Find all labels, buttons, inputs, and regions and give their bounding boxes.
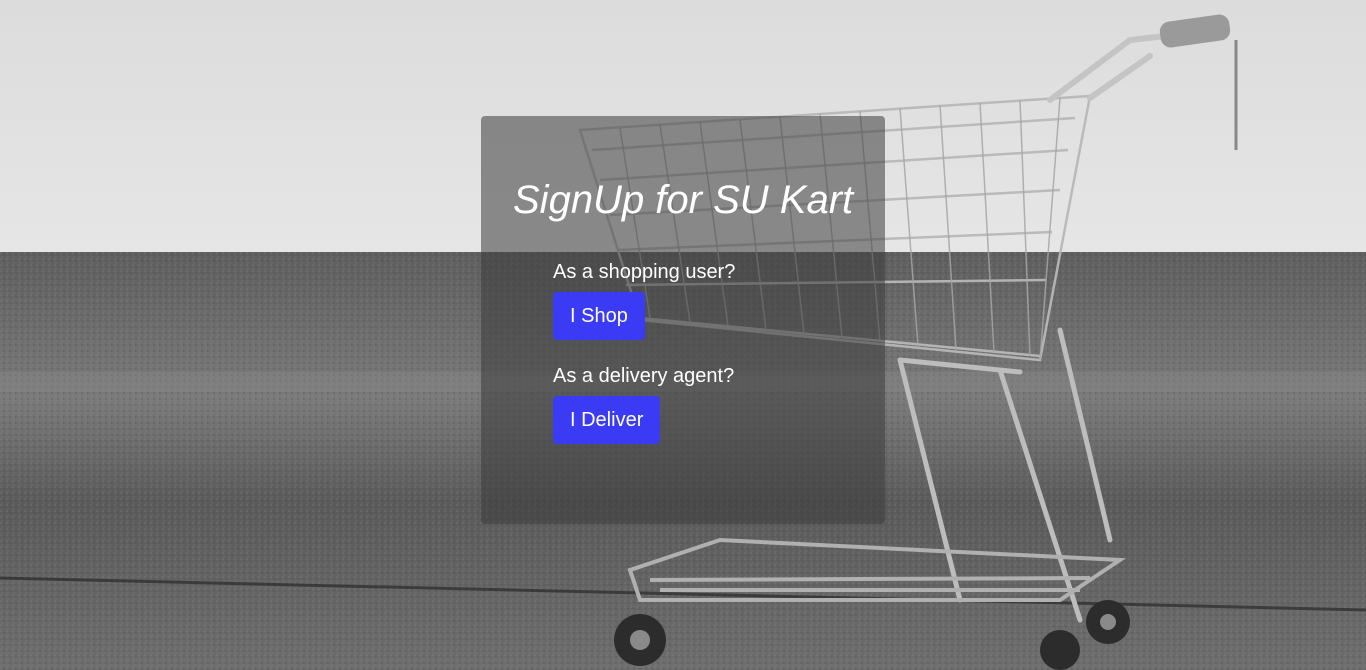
deliver-button[interactable]: I Deliver	[553, 396, 661, 444]
delivery-prompt: As a delivery agent?	[553, 365, 735, 387]
page-title: SignUp for SU Kart	[513, 178, 854, 222]
signup-card: SignUp for SU Kart As a shopping user? I…	[481, 116, 885, 524]
page: SignUp for SU Kart As a shopping user? I…	[0, 0, 1366, 670]
shop-button[interactable]: I Shop	[553, 292, 645, 340]
shopper-prompt: As a shopping user?	[553, 261, 736, 283]
